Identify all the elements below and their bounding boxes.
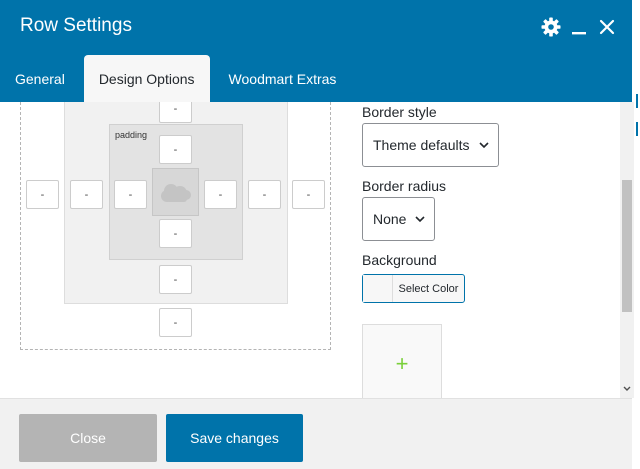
gear-icon[interactable]	[540, 16, 562, 38]
border-left-input[interactable]: -	[70, 180, 103, 209]
border-radius-label: Border radius	[362, 178, 447, 194]
background-label: Background	[362, 252, 437, 268]
padding-top-input[interactable]: -	[159, 135, 192, 164]
content-area	[152, 168, 199, 216]
modal-footer: Close Save changes	[0, 398, 632, 469]
minimize-icon[interactable]	[568, 16, 590, 38]
border-bottom-input[interactable]: -	[159, 265, 192, 294]
border-style-select[interactable]: Theme defaults	[362, 123, 499, 167]
edge-accent-mark	[636, 122, 638, 136]
scrollbar-thumb[interactable]	[622, 180, 632, 312]
margin-right-input[interactable]: -	[292, 180, 325, 209]
tab-bar: General Design Options Woodmart Extras	[0, 55, 355, 102]
padding-bottom-input[interactable]: -	[159, 219, 192, 248]
chevron-down-icon	[479, 142, 489, 149]
modal-title: Row Settings	[20, 15, 132, 36]
padding-right-input[interactable]: -	[204, 180, 237, 209]
select-color-label: Select Color	[398, 282, 459, 295]
border-top-input[interactable]: -	[159, 102, 192, 123]
design-options-panel: padding - - - - - - - - - - - Border sty…	[0, 102, 632, 398]
margin-left-input[interactable]: -	[26, 180, 59, 209]
padding-label: padding	[115, 130, 148, 140]
chevron-down-icon	[415, 216, 425, 223]
add-image-button[interactable]: +	[362, 324, 442, 398]
margin-bottom-input[interactable]: -	[159, 308, 192, 337]
border-right-input[interactable]: -	[248, 180, 281, 209]
border-style-value: Theme defaults	[373, 137, 470, 153]
content-scrollbar[interactable]	[620, 102, 634, 398]
edge-accent-mark	[636, 94, 638, 108]
close-icon[interactable]	[596, 16, 618, 38]
save-changes-button[interactable]: Save changes	[166, 414, 303, 462]
border-radius-value: None	[373, 211, 407, 227]
plus-icon: +	[395, 351, 409, 376]
scroll-down-icon[interactable]	[622, 385, 632, 396]
cloud-icon	[160, 184, 191, 202]
tab-design-options[interactable]: Design Options	[83, 55, 210, 102]
select-color-button[interactable]: Select Color	[362, 274, 465, 303]
color-swatch	[363, 275, 393, 302]
modal-header: Row Settings General Design Options Wood…	[0, 0, 632, 102]
tab-woodmart-extras[interactable]: Woodmart Extras	[214, 55, 352, 102]
border-style-label: Border style	[362, 104, 437, 120]
border-radius-select[interactable]: None	[362, 197, 435, 241]
close-button[interactable]: Close	[19, 414, 157, 462]
tab-general[interactable]: General	[0, 55, 80, 102]
padding-left-input[interactable]: -	[114, 180, 147, 209]
